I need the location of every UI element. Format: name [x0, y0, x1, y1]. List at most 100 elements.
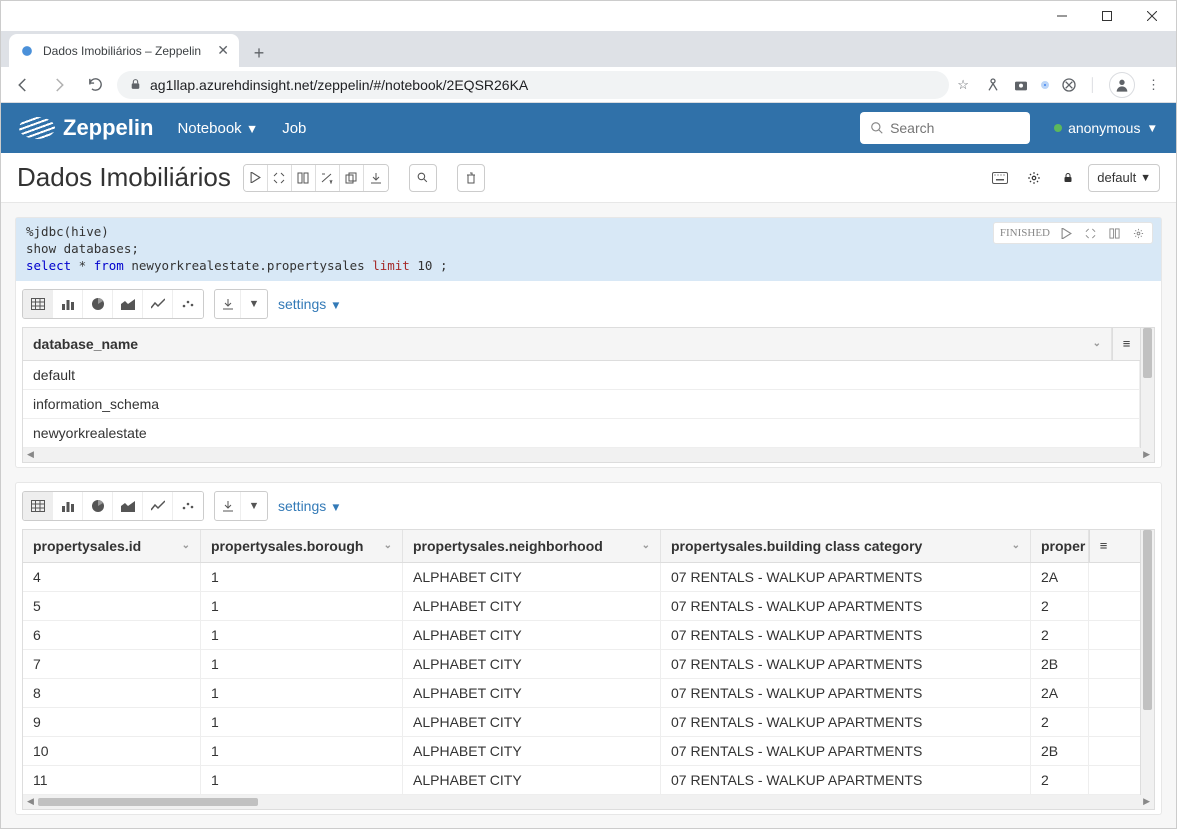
cell: 2A	[1031, 563, 1089, 591]
chevron-down-icon[interactable]: ⌄	[1012, 540, 1020, 551]
run-paragraph-button[interactable]	[1058, 225, 1074, 241]
record-icon[interactable]	[1041, 81, 1049, 89]
run-all-button[interactable]	[244, 165, 268, 191]
window-maximize-button[interactable]	[1084, 2, 1129, 30]
download-button[interactable]	[215, 492, 241, 520]
table-row[interactable]: 81ALPHABET CITY07 RENTALS - WALKUP APART…	[23, 679, 1140, 708]
result-settings-link[interactable]: settings ▼	[278, 498, 342, 514]
chevron-down-icon[interactable]: ⌄	[1093, 338, 1101, 349]
interpreter-binding-dropdown[interactable]: default▼	[1088, 164, 1160, 192]
show-hide-output-button[interactable]	[292, 165, 316, 191]
table-menu-button[interactable]: ≡	[1112, 328, 1140, 360]
note-title[interactable]: Dados Imobiliários	[17, 162, 231, 193]
col-header[interactable]: proper	[1031, 530, 1089, 562]
cell: 1	[201, 621, 403, 649]
paragraph-2: ▼ settings ▼ propertysales.id⌄propertysa…	[15, 482, 1162, 815]
camera-icon[interactable]	[1013, 77, 1029, 93]
close-icon[interactable]: ✕	[217, 42, 229, 59]
new-tab-button[interactable]: +	[245, 39, 273, 67]
chevron-down-icon[interactable]: ⌄	[642, 540, 650, 551]
delete-note-button[interactable]	[457, 164, 485, 192]
vertical-scrollbar[interactable]	[1140, 328, 1154, 448]
reload-button[interactable]	[81, 71, 109, 99]
paragraph-settings-button[interactable]	[1130, 225, 1146, 241]
area-chart-button[interactable]	[113, 290, 143, 318]
table-row[interactable]: 71ALPHABET CITY07 RENTALS - WALKUP APART…	[23, 650, 1140, 679]
cell: 1	[201, 679, 403, 707]
pie-chart-button[interactable]	[83, 290, 113, 318]
export-note-button[interactable]	[364, 165, 388, 191]
browser-tab[interactable]: Dados Imobiliários – Zeppelin ✕	[9, 34, 239, 67]
table-row[interactable]: information_schema	[23, 390, 1140, 419]
hide-output-button[interactable]	[1106, 225, 1122, 241]
clone-note-button[interactable]	[340, 165, 364, 191]
cell: 8	[23, 679, 201, 707]
cell: 9	[23, 708, 201, 736]
cell: 7	[23, 650, 201, 678]
gear-icon[interactable]	[1020, 164, 1048, 192]
window-close-button[interactable]	[1129, 2, 1174, 30]
table-row[interactable]: 101ALPHABET CITY07 RENTALS - WALKUP APAR…	[23, 737, 1140, 766]
clear-output-button[interactable]	[316, 165, 340, 191]
table-row[interactable]: 111ALPHABET CITY07 RENTALS - WALKUP APAR…	[23, 766, 1140, 795]
table-view-button[interactable]	[23, 492, 53, 520]
horizontal-scrollbar[interactable]: ◀▶	[23, 795, 1154, 809]
cell: ALPHABET CITY	[403, 708, 661, 736]
ext-icon[interactable]	[985, 77, 1001, 93]
cell: 2	[1031, 592, 1089, 620]
table-menu-button[interactable]: ≡	[1089, 530, 1117, 562]
cell: default	[23, 361, 1140, 389]
table-row[interactable]: 91ALPHABET CITY07 RENTALS - WALKUP APART…	[23, 708, 1140, 737]
cell: information_schema	[23, 390, 1140, 418]
area-chart-button[interactable]	[113, 492, 143, 520]
table-row[interactable]: 51ALPHABET CITY07 RENTALS - WALKUP APART…	[23, 592, 1140, 621]
chrome-menu-button[interactable]: ⋮	[1147, 77, 1160, 93]
table-row[interactable]: newyorkrealestate	[23, 419, 1140, 448]
download-menu-button[interactable]: ▼	[241, 290, 267, 318]
favicon-icon	[19, 43, 35, 59]
job-link[interactable]: Job	[282, 120, 306, 137]
search-code-button[interactable]	[409, 164, 437, 192]
result-settings-link[interactable]: settings ▼	[278, 296, 342, 312]
pie-chart-button[interactable]	[83, 492, 113, 520]
keyboard-icon[interactable]	[986, 164, 1014, 192]
vertical-scrollbar[interactable]	[1140, 530, 1154, 795]
horizontal-scrollbar[interactable]: ◀▶	[23, 448, 1154, 462]
code-editor[interactable]: %jdbc(hive) show databases; select * fro…	[16, 218, 1161, 281]
notebook-dropdown[interactable]: Notebook ▼	[177, 120, 258, 137]
hide-editor-button[interactable]	[1082, 225, 1098, 241]
forward-button[interactable]	[45, 71, 73, 99]
download-menu-button[interactable]: ▼	[241, 492, 267, 520]
user-menu[interactable]: anonymous ▼	[1054, 120, 1158, 136]
window-minimize-button[interactable]	[1039, 2, 1084, 30]
bar-chart-button[interactable]	[53, 492, 83, 520]
table-view-button[interactable]	[23, 290, 53, 318]
search-box[interactable]	[860, 112, 1030, 144]
col-header[interactable]: propertysales.building class category⌄	[661, 530, 1031, 562]
download-button[interactable]	[215, 290, 241, 318]
line-chart-button[interactable]	[143, 492, 173, 520]
line-chart-button[interactable]	[143, 290, 173, 318]
back-button[interactable]	[9, 71, 37, 99]
bar-chart-button[interactable]	[53, 290, 83, 318]
col-header-database-name[interactable]: database_name⌄	[23, 328, 1112, 360]
database-table: database_name⌄ ≡ defaultinformation_sche…	[22, 327, 1155, 463]
table-row[interactable]: default	[23, 361, 1140, 390]
table-row[interactable]: 41ALPHABET CITY07 RENTALS - WALKUP APART…	[23, 563, 1140, 592]
col-header[interactable]: propertysales.neighborhood⌄	[403, 530, 661, 562]
col-header[interactable]: propertysales.id⌄	[23, 530, 201, 562]
scatter-chart-button[interactable]	[173, 290, 203, 318]
cancel-icon[interactable]	[1061, 77, 1077, 93]
zeppelin-logo[interactable]: Zeppelin	[19, 115, 153, 141]
chevron-down-icon[interactable]: ⌄	[182, 540, 190, 551]
table-row[interactable]: 61ALPHABET CITY07 RENTALS - WALKUP APART…	[23, 621, 1140, 650]
chevron-down-icon[interactable]: ⌄	[384, 540, 392, 551]
star-icon[interactable]: ☆	[957, 77, 969, 93]
search-input[interactable]	[890, 120, 1020, 136]
col-header[interactable]: propertysales.borough⌄	[201, 530, 403, 562]
profile-button[interactable]	[1109, 72, 1135, 98]
lock-icon[interactable]	[1054, 164, 1082, 192]
address-bar[interactable]: ag1llap.azurehdinsight.net/zeppelin/#/no…	[117, 71, 949, 99]
scatter-chart-button[interactable]	[173, 492, 203, 520]
show-hide-code-button[interactable]	[268, 165, 292, 191]
